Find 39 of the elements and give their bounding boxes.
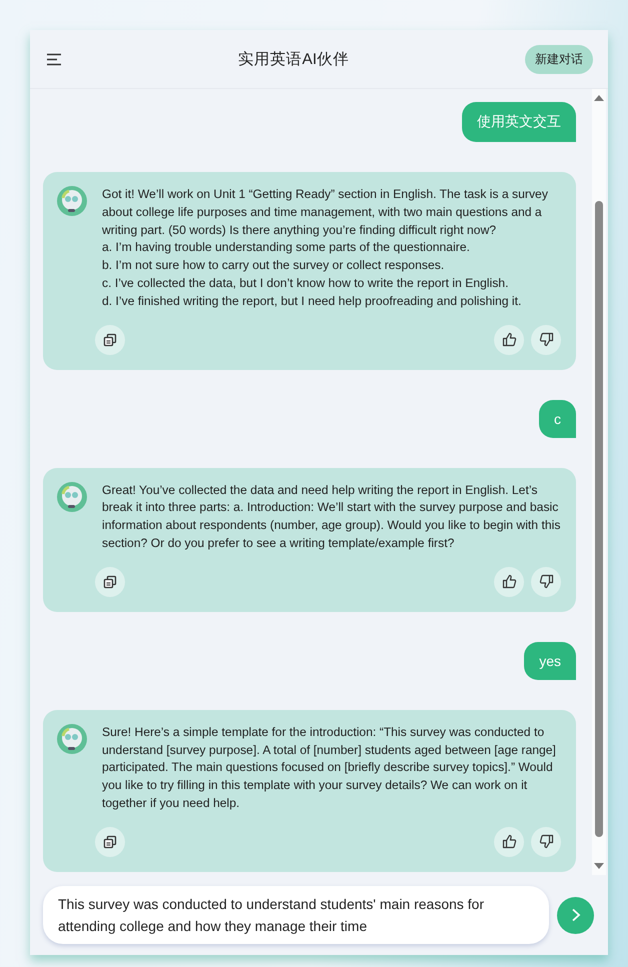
message-text: Got it! We’ll work on Unit 1 “Getting Ready” section in English. The task is a survey about college life purposes and time management, with two main questions and a writing part. (50 words) Is there anything you’re finding difficult right now?: [102, 186, 549, 239]
user-message: c: [539, 400, 576, 438]
robot-avatar-icon: [57, 482, 87, 512]
menu-icon[interactable]: [46, 52, 62, 66]
scrollbar-thumb[interactable]: [595, 201, 603, 837]
scroll-up-icon[interactable]: [594, 95, 604, 101]
thumbs-up-button[interactable]: [494, 566, 524, 597]
message-text: b. I’m not sure how to carry out the survey or collect responses.: [102, 257, 446, 274]
thumbs-down-icon: [538, 574, 554, 590]
copy-button[interactable]: [95, 324, 125, 355]
thumbs-down-icon: [538, 332, 554, 348]
copy-icon: [103, 332, 117, 347]
user-message: yes: [524, 642, 576, 680]
message-text: c. I’ve collected the data, but I don’t know how to write the report in English.: [102, 274, 510, 292]
user-message: 使用英文交互: [462, 102, 576, 142]
window-title: 实用英语AI伙伴: [237, 50, 350, 70]
thumbs-down-button[interactable]: [531, 566, 561, 597]
new-chat-button[interactable]: 新建对话: [525, 44, 593, 74]
robot-avatar-icon: [57, 724, 87, 754]
thumbs-up-icon: [502, 834, 516, 850]
chevron-right-icon: [570, 908, 582, 922]
copy-button[interactable]: [95, 566, 125, 597]
scroll-down-icon[interactable]: [594, 863, 604, 869]
thumbs-up-icon: [502, 574, 516, 590]
thumbs-up-button[interactable]: [494, 826, 524, 857]
copy-icon: [103, 574, 117, 589]
thumbs-up-icon: [502, 332, 516, 348]
copy-icon: [103, 834, 117, 849]
message-input-field[interactable]: This survey was conducted to understand students' main reasons for attending college and how they manage their time: [43, 886, 549, 944]
thumbs-down-button[interactable]: [531, 324, 561, 355]
thumbs-down-icon: [538, 834, 554, 850]
thumbs-up-button[interactable]: [494, 324, 524, 355]
thumbs-down-button[interactable]: [531, 826, 561, 857]
robot-avatar-icon: [57, 186, 87, 216]
message-text: a. I’m having trouble understanding some parts of the questionnaire.: [102, 239, 471, 256]
message-text: Sure! Here’s a simple template for the introduction: “This survey was conducted to understand [survey purpose]. A total of [number] students aged between [age range] participated. The main questions focused on [briefly describe survey topics].” Would you like to try filling in this template with your survey details? We can work on it together if you need help.: [102, 724, 557, 812]
message-text: Great! You’ve collected the data and need help writing the report in English. Let’s break it into three parts: a. Introduction: We’ll start with the survey purpose and basic information about respondents (number, age group). Would you like to begin with this section? Or do you prefer to see a writing template/example first?: [102, 482, 561, 552]
copy-button[interactable]: [95, 826, 125, 857]
message-text: d. I’ve finished writing the report, but I need help proofreading and polishing it.: [102, 292, 522, 310]
